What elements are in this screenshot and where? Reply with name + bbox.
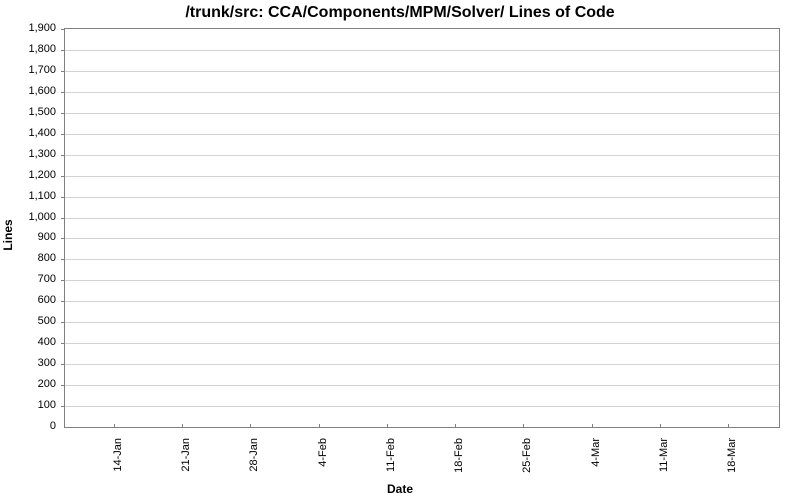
chart-container: /trunk/src: CCA/Components/MPM/Solver/ L… [0, 0, 800, 500]
y-tick-label: 100 [0, 399, 56, 411]
y-tick-mark [61, 385, 65, 386]
gridlines [65, 29, 779, 427]
y-tick-label: 1,100 [0, 190, 56, 202]
y-tick-mark [61, 92, 65, 93]
gridline-h [65, 406, 779, 407]
x-tick-mark [114, 424, 115, 428]
x-tick-label: 18-Mar [726, 438, 738, 473]
x-tick-mark [455, 424, 456, 428]
x-tick-label: 25-Feb [521, 438, 533, 473]
x-tick-mark [387, 424, 388, 428]
y-tick-label: 800 [0, 252, 56, 264]
y-tick-label: 1,200 [0, 169, 56, 181]
x-tick-mark [592, 424, 593, 428]
y-tick-mark [61, 176, 65, 177]
y-tick-mark [61, 50, 65, 51]
x-tick-label: 11-Mar [658, 438, 670, 472]
y-tick-mark [61, 197, 65, 198]
x-tick-label: 18-Feb [453, 438, 465, 473]
y-tick-mark [61, 218, 65, 219]
y-tick-mark [61, 134, 65, 135]
y-tick-mark [61, 259, 65, 260]
y-tick-label: 600 [0, 294, 56, 306]
y-tick-label: 1,300 [0, 148, 56, 160]
y-tick-label: 400 [0, 336, 56, 348]
x-tick-mark [660, 424, 661, 428]
gridline-h [65, 92, 779, 93]
y-tick-mark [61, 155, 65, 156]
x-tick-label: 28-Jan [248, 438, 260, 472]
y-tick-label: 500 [0, 315, 56, 327]
x-tick-label: 4-Feb [317, 438, 329, 467]
x-tick-label: 21-Jan [180, 438, 192, 472]
gridline-h [65, 364, 779, 365]
y-tick-label: 1,400 [0, 127, 56, 139]
gridline-h [65, 218, 779, 219]
y-tick-mark [61, 280, 65, 281]
y-tick-label: 900 [0, 231, 56, 243]
y-tick-mark [61, 29, 65, 30]
y-tick-mark [61, 71, 65, 72]
chart-title: /trunk/src: CCA/Components/MPM/Solver/ L… [0, 4, 800, 22]
gridline-h [65, 176, 779, 177]
x-tick-mark [250, 424, 251, 428]
x-ticks: 14-Jan 21-Jan 28-Jan 4-Feb 11-Feb 18-Feb 25-Fe… [64, 428, 780, 476]
y-ticks: 01002003004005006007008009001,0001,1001,… [0, 28, 60, 428]
y-tick-label: 700 [0, 273, 56, 285]
y-tick-label: 1,000 [0, 211, 56, 223]
y-tick-label: 0 [0, 420, 56, 432]
y-tick-mark [61, 322, 65, 323]
gridline-h [65, 343, 779, 344]
y-tick-label: 1,500 [0, 106, 56, 118]
y-tick-mark [61, 364, 65, 365]
gridline-h [65, 197, 779, 198]
x-axis-label: Date [0, 482, 800, 496]
gridline-h [65, 322, 779, 323]
x-tick-label: 4-Mar [590, 438, 602, 467]
y-tick-mark [61, 301, 65, 302]
gridline-h [65, 259, 779, 260]
y-tick-mark [61, 406, 65, 407]
gridline-h [65, 113, 779, 114]
y-tick-mark [61, 343, 65, 344]
x-tick-label: 14-Jan [112, 438, 124, 472]
y-tick-mark [61, 113, 65, 114]
y-tick-label: 1,900 [0, 22, 56, 34]
y-tick-label: 1,700 [0, 64, 56, 76]
gridline-h [65, 134, 779, 135]
gridline-h [65, 155, 779, 156]
gridline-h [65, 301, 779, 302]
y-tick-label: 1,800 [0, 43, 56, 55]
gridline-h [65, 385, 779, 386]
gridline-h [65, 50, 779, 51]
y-tick-mark [61, 238, 65, 239]
y-tick-label: 200 [0, 378, 56, 390]
gridline-h [65, 71, 779, 72]
gridline-h [65, 238, 779, 239]
y-tick-label: 1,600 [0, 85, 56, 97]
x-tick-mark [182, 424, 183, 428]
gridline-h [65, 280, 779, 281]
plot-area [64, 28, 780, 428]
y-tick-label: 300 [0, 357, 56, 369]
x-tick-mark [523, 424, 524, 428]
x-tick-mark [319, 424, 320, 428]
x-tick-mark [728, 424, 729, 428]
x-tick-label: 11-Feb [385, 438, 397, 472]
